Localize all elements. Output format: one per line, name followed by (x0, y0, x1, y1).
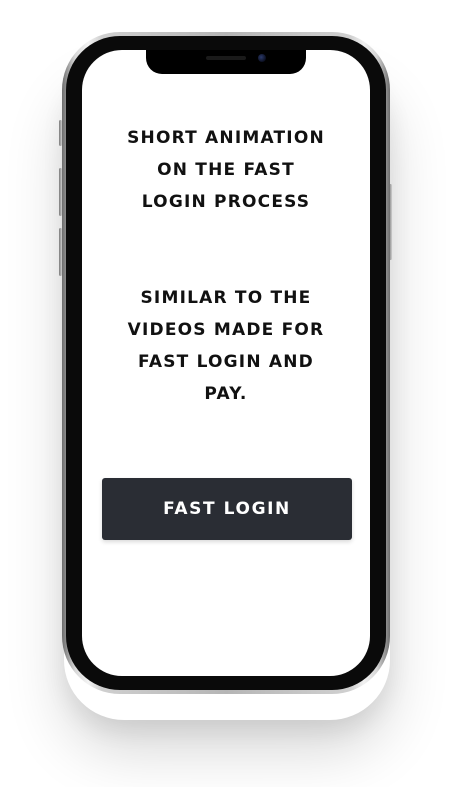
front-camera-icon (258, 54, 266, 62)
mockup-stage: SHORT ANIMATION ON THE FAST LOGIN PROCES… (0, 0, 452, 787)
fast-login-button[interactable]: FAST LOGIN (102, 478, 352, 540)
phone-notch (146, 50, 306, 74)
phone-frame: SHORT ANIMATION ON THE FAST LOGIN PROCES… (62, 32, 390, 694)
speaker-grille (206, 56, 246, 60)
description-text: SIMILAR TO THE VIDEOS MADE FOR FAST LOGI… (127, 288, 325, 404)
phone-screen: SHORT ANIMATION ON THE FAST LOGIN PROCES… (82, 50, 370, 676)
heading-text: SHORT ANIMATION ON THE FAST LOGIN PROCES… (127, 128, 325, 212)
